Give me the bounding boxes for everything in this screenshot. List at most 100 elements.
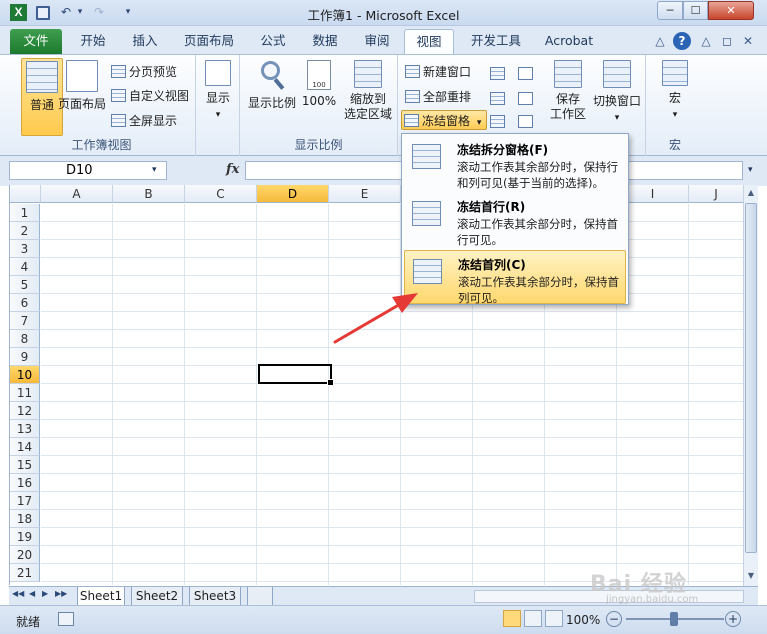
row-header-12[interactable]: 12 — [10, 402, 40, 420]
hide-icon[interactable] — [490, 92, 505, 105]
row-header-8[interactable]: 8 — [10, 330, 40, 348]
split-icon[interactable] — [490, 67, 505, 80]
tab-file[interactable]: 文件 — [10, 29, 62, 54]
select-all-corner[interactable] — [10, 185, 41, 203]
column-header-j[interactable]: J — [689, 185, 744, 203]
name-box-dropdown-icon[interactable]: ▾ — [152, 165, 157, 175]
row-header-2[interactable]: 2 — [10, 222, 40, 240]
view-side-by-side-icon[interactable] — [518, 67, 533, 80]
row-header-16[interactable]: 16 — [10, 474, 40, 492]
tab-data[interactable]: 数据 — [302, 29, 348, 54]
arrange-all-icon — [405, 90, 420, 103]
column-header-b[interactable]: B — [113, 185, 185, 203]
zoom-in-icon[interactable]: + — [725, 611, 741, 627]
unhide-icon[interactable] — [490, 115, 505, 128]
show-button[interactable]: 显示 ▾ — [200, 58, 236, 120]
page-break-preview-button[interactable]: 分页预览 — [109, 62, 177, 82]
tab-acrobat[interactable]: Acrobat — [538, 29, 600, 54]
row-header-18[interactable]: 18 — [10, 510, 40, 528]
workbook-close-icon[interactable]: ✕ — [739, 32, 757, 50]
minimize-ribbon-icon[interactable]: △ — [651, 32, 669, 50]
vertical-scrollbar[interactable]: ▲ ▼ — [743, 185, 758, 587]
row-header-19[interactable]: 19 — [10, 528, 40, 546]
switch-windows-button[interactable]: 切换窗口 ▾ — [590, 58, 644, 123]
custom-views-button[interactable]: 自定义视图 — [109, 86, 189, 106]
zoom-level[interactable]: 100% — [566, 613, 600, 627]
expand-formula-icon[interactable]: ▾ — [748, 165, 753, 175]
workbook-restore-icon[interactable]: ◻ — [718, 32, 736, 50]
row-header-4[interactable]: 4 — [10, 258, 40, 276]
insert-function-icon[interactable]: fx — [226, 162, 239, 177]
next-sheet-icon[interactable]: ▶ — [42, 589, 48, 598]
zoom-100-icon: 100 — [307, 60, 331, 90]
tab-developer[interactable]: 开发工具 — [460, 29, 532, 54]
scroll-thumb[interactable] — [745, 203, 757, 553]
scroll-up-icon[interactable]: ▲ — [745, 188, 757, 200]
row-header-20[interactable]: 20 — [10, 546, 40, 564]
sheet-tab-sheet3[interactable]: Sheet3 — [189, 587, 241, 606]
tab-insert[interactable]: 插入 — [122, 29, 168, 54]
column-header-a[interactable]: A — [41, 185, 113, 203]
column-header-e[interactable]: E — [329, 185, 401, 203]
help-icon[interactable]: ? — [673, 32, 691, 50]
first-sheet-icon[interactable]: ◀◀ — [12, 589, 24, 598]
tab-home[interactable]: 开始 — [70, 29, 116, 54]
status-bar: 就绪 100% − + — [0, 605, 767, 634]
workbook-minimize-icon[interactable]: △ — [697, 32, 715, 50]
tab-view[interactable]: 视图 — [404, 29, 454, 54]
sheet-tab-sheet1[interactable]: Sheet1 — [77, 587, 125, 606]
menu-item-freeze-panes[interactable]: 冻结拆分窗格(F) 滚动工作表其余部分时，保持行和列可见(基于当前的选择)。 — [404, 136, 626, 190]
normal-view-status-icon[interactable] — [503, 610, 521, 627]
cell-area[interactable] — [41, 204, 744, 585]
row-header-1[interactable]: 1 — [10, 204, 40, 222]
minimize-button[interactable]: ─ — [657, 1, 683, 20]
row-header-3[interactable]: 3 — [10, 240, 40, 258]
row-header-13[interactable]: 13 — [10, 420, 40, 438]
page-layout-status-icon[interactable] — [524, 610, 542, 627]
new-window-button[interactable]: 新建窗口 — [403, 62, 471, 82]
menu-item-freeze-top-row[interactable]: 冻结首行(R) 滚动工作表其余部分时，保持首行可见。 — [404, 193, 626, 247]
active-cell-d10[interactable] — [258, 364, 334, 386]
row-header-11[interactable]: 11 — [10, 384, 40, 402]
row-header-5[interactable]: 5 — [10, 276, 40, 294]
row-header-14[interactable]: 14 — [10, 438, 40, 456]
sheet-tab-sheet2[interactable]: Sheet2 — [131, 587, 183, 606]
row-header-6[interactable]: 6 — [10, 294, 40, 312]
save-workspace-button[interactable]: 保存 工作区 — [548, 58, 588, 122]
zoom-to-selection-button[interactable]: 缩放到 选定区域 — [340, 58, 396, 122]
close-button[interactable]: ✕ — [708, 1, 754, 20]
insert-sheet-icon[interactable] — [247, 587, 273, 606]
zoom-out-icon[interactable]: − — [606, 611, 622, 627]
switch-windows-label: 切换窗口 — [592, 94, 641, 108]
macros-button[interactable]: 宏 ▾ — [658, 58, 692, 120]
reset-position-icon[interactable] — [518, 115, 533, 128]
name-box[interactable]: D10 — [9, 161, 167, 180]
row-header-9[interactable]: 9 — [10, 348, 40, 366]
freeze-dropdown-icon: ▾ — [476, 118, 482, 128]
zoom-100-button[interactable]: 100 100% — [300, 58, 338, 108]
row-header-17[interactable]: 17 — [10, 492, 40, 510]
menu-item-freeze-first-column[interactable]: 冻结首列(C) 滚动工作表其余部分时，保持首列可见。 — [404, 250, 626, 305]
row-header-7[interactable]: 7 — [10, 312, 40, 330]
zoom-slider-thumb[interactable] — [670, 612, 678, 626]
row-header-21[interactable]: 21 — [10, 564, 40, 582]
maximize-button[interactable]: ☐ — [683, 1, 708, 20]
last-sheet-icon[interactable]: ▶▶ — [55, 589, 67, 598]
row-header-10[interactable]: 10 — [10, 366, 40, 384]
column-header-c[interactable]: C — [185, 185, 257, 203]
arrange-all-button[interactable]: 全部重排 — [403, 87, 471, 107]
tab-review[interactable]: 审阅 — [354, 29, 400, 54]
scroll-down-icon[interactable]: ▼ — [745, 571, 757, 583]
prev-sheet-icon[interactable]: ◀ — [29, 589, 35, 598]
zoom-button[interactable]: 显示比例 — [246, 58, 298, 111]
page-layout-view-button[interactable]: 页面布局 — [56, 58, 108, 112]
full-screen-button[interactable]: 全屏显示 — [109, 111, 177, 131]
row-header-15[interactable]: 15 — [10, 456, 40, 474]
column-header-d[interactable]: D — [257, 185, 329, 203]
sync-scroll-icon[interactable] — [518, 92, 533, 105]
tab-formulas[interactable]: 公式 — [250, 29, 296, 54]
page-break-status-icon[interactable] — [545, 610, 563, 627]
freeze-panes-button[interactable]: 冻结窗格 ▾ — [401, 110, 487, 130]
macro-record-icon[interactable] — [58, 612, 74, 626]
tab-page-layout[interactable]: 页面布局 — [176, 29, 242, 54]
